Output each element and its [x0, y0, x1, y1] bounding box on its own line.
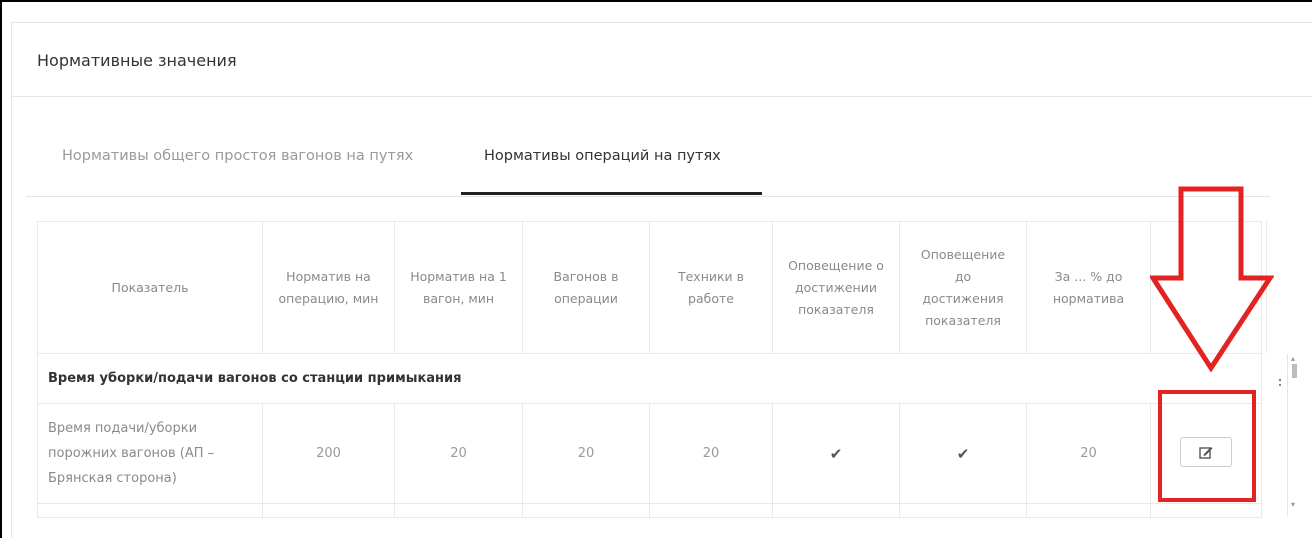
table-header-row: Показатель Норматив на операцию, мин Нор… — [37, 221, 1262, 354]
cell-wagons: 20 — [522, 403, 650, 504]
panel-header: Нормативные значения — [12, 23, 1312, 97]
scroll-up-icon[interactable]: ▴ — [1291, 354, 1295, 363]
checkmark-icon: ✔ — [829, 444, 843, 463]
table-row: Время подачи/уборки порожних вагонов (АП… — [37, 403, 1262, 504]
active-tab-indicator — [461, 192, 762, 195]
cell-norm-operation: 200 — [262, 403, 395, 504]
column-resize-handle[interactable] — [1277, 375, 1285, 393]
column-header[interactable]: Вагонов в операции — [522, 221, 650, 354]
column-header[interactable]: Норматив на 1 вагон, мин — [394, 221, 523, 354]
checkmark-icon: ✔ — [956, 444, 970, 463]
column-header[interactable]: Оповещение о достижении показателя — [772, 221, 900, 354]
cell-percent-before: 20 — [1026, 403, 1151, 504]
cell-notify-before: ✔ — [899, 403, 1027, 504]
table-row — [37, 503, 1262, 518]
row-indicator-name: Время подачи/уборки порожних вагонов (АП… — [37, 403, 263, 504]
down-arrow-icon — [1150, 186, 1274, 372]
cell-machines: 20 — [649, 403, 773, 504]
cell-notify-reached: ✔ — [772, 403, 900, 504]
scroll-down-icon[interactable]: ▾ — [1291, 500, 1295, 509]
column-header[interactable]: Оповещение до достижения показателя — [899, 221, 1027, 354]
table-scrollbar[interactable] — [1287, 354, 1301, 516]
cell-norm-wagon: 20 — [394, 403, 523, 504]
tab-general-idle-norms[interactable]: Нормативы общего простоя вагонов на путя… — [62, 148, 413, 164]
annotation-highlight-box — [1158, 390, 1256, 502]
group-row: Время уборки/подачи вагонов со станции п… — [37, 353, 1262, 404]
scrollbar-thumb[interactable] — [1292, 364, 1297, 378]
column-header[interactable]: Показатель — [37, 221, 263, 354]
group-title: Время уборки/подачи вагонов со станции п… — [37, 353, 1262, 404]
norms-table: Показатель Норматив на операцию, мин Нор… — [37, 221, 1262, 518]
panel-title: Нормативные значения — [37, 51, 237, 70]
column-header[interactable]: Техники в работе — [649, 221, 773, 354]
column-header[interactable]: Норматив на операцию, мин — [262, 221, 395, 354]
tab-track-operation-norms[interactable]: Нормативы операций на путях — [484, 148, 721, 164]
column-header[interactable]: За ... % до норматива — [1026, 221, 1151, 354]
